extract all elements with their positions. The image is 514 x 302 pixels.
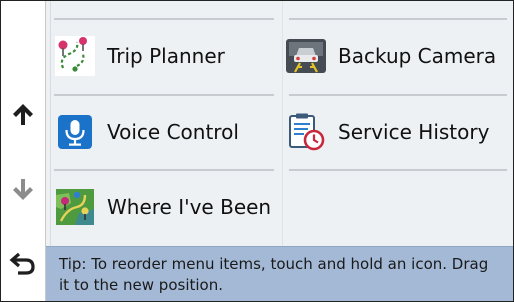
divider xyxy=(50,1,51,246)
menu-item-where-ive-been[interactable]: Where I've Been xyxy=(55,171,271,243)
service-history-icon xyxy=(286,112,326,152)
menu-item-label: Backup Camera xyxy=(338,44,497,68)
scroll-up-button[interactable] xyxy=(6,97,40,131)
tip-text: Tip: To reorder menu items, touch and ho… xyxy=(59,255,489,294)
menu-item-voice-control[interactable]: Voice Control xyxy=(55,96,239,168)
menu-item-label: Service History xyxy=(338,120,490,144)
backup-camera-icon xyxy=(286,36,326,76)
scroll-down-button[interactable] xyxy=(6,173,40,207)
arrow-up-icon xyxy=(13,104,33,125)
menu-item-label: Trip Planner xyxy=(107,44,225,68)
where-ive-been-icon xyxy=(55,187,95,227)
menu-item-backup-camera[interactable]: Backup Camera xyxy=(286,20,496,92)
back-arrow-icon xyxy=(9,252,35,275)
menu-panel: Trip Planner Backup Camera Voice Control… xyxy=(46,1,513,246)
arrow-down-icon xyxy=(13,179,33,200)
menu-item-label: Where I've Been xyxy=(107,195,272,219)
divider xyxy=(282,1,283,246)
sidebar xyxy=(1,1,46,301)
device-screen: Trip Planner Backup Camera Voice Control… xyxy=(0,0,514,302)
menu-item-label: Voice Control xyxy=(107,120,239,144)
menu-item-trip-planner[interactable]: Trip Planner xyxy=(55,20,225,92)
divider xyxy=(289,169,507,171)
trip-planner-icon xyxy=(55,36,95,76)
microphone-icon xyxy=(55,112,95,152)
back-button[interactable] xyxy=(6,246,40,280)
menu-item-service-history[interactable]: Service History xyxy=(286,96,489,168)
tip-banner: Tip: To reorder menu items, touch and ho… xyxy=(46,246,513,301)
